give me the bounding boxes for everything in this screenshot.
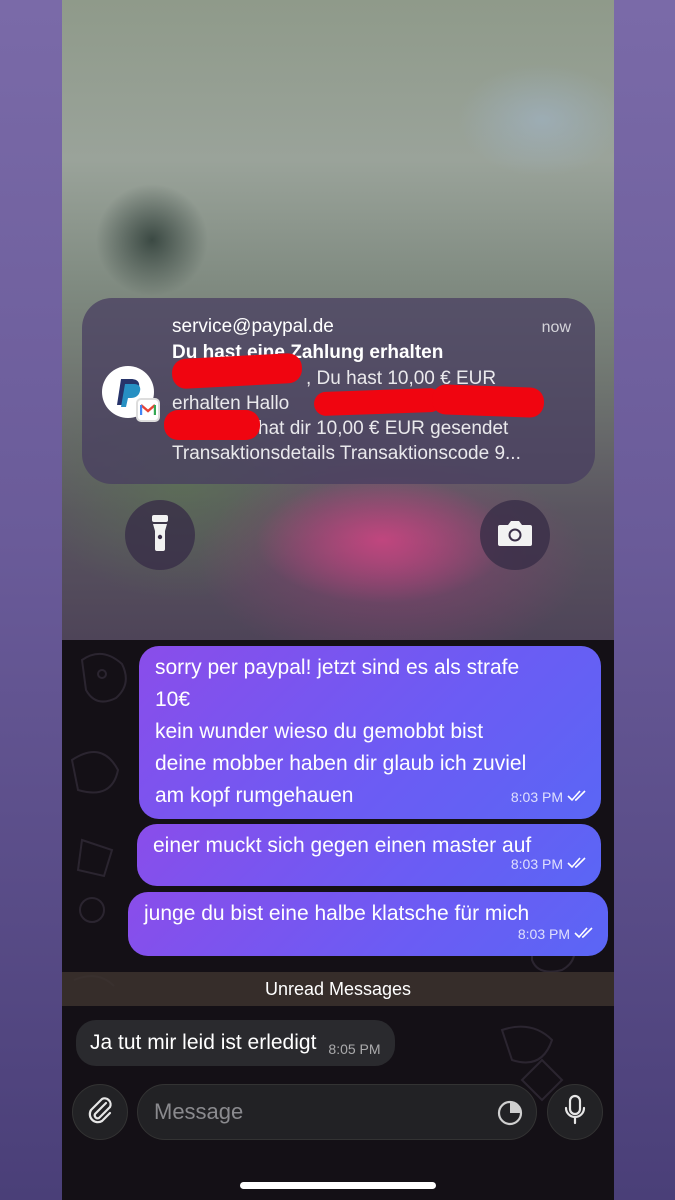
outgoing-message[interactable]: sorry per paypal! jetzt sind es als stra… [139, 646, 601, 819]
message-line: kein wunder wieso du gemobbt bist [155, 720, 484, 743]
flashlight-button[interactable] [125, 500, 195, 570]
right-background-strip [614, 0, 675, 1200]
message-input[interactable]: Message [137, 1084, 537, 1140]
notification-sender: service@paypal.de [172, 316, 334, 337]
lockscreen: service@paypal.de now Du hast eine Zahlu… [62, 0, 614, 640]
incoming-message-time: 8:05 PM [328, 1041, 381, 1057]
microphone-icon [563, 1094, 587, 1131]
notification-line-4: Transaktionsdetails Transaktionscode 9..… [172, 443, 521, 464]
message-line: deine mobber haben dir glaub ich zuviel [155, 752, 527, 775]
unread-messages-divider: Unread Messages [62, 972, 614, 1006]
sticker-icon[interactable] [496, 1099, 524, 1133]
incoming-message-text: Ja tut mir leid ist erledigt [90, 1031, 317, 1054]
double-check-icon [567, 848, 587, 880]
home-indicator[interactable] [240, 1182, 436, 1189]
paperclip-icon [86, 1095, 114, 1130]
left-background-strip [0, 0, 62, 1200]
chat-view: sorry per paypal! jetzt sind es als stra… [62, 640, 614, 1200]
message-input-placeholder: Message [154, 1099, 244, 1124]
message-line: 10€ [155, 688, 191, 711]
outgoing-message[interactable]: junge du bist eine halbe klatsche für mi… [128, 892, 608, 956]
double-check-icon [567, 781, 587, 813]
message-meta: 8:03 PM [511, 781, 587, 813]
gmail-icon [136, 398, 160, 422]
redaction-mark [164, 410, 260, 440]
message-meta: 8:03 PM [511, 848, 587, 880]
camera-button[interactable] [480, 500, 550, 570]
paypal-notification[interactable]: service@paypal.de now Du hast eine Zahlu… [82, 298, 595, 484]
redaction-mark [431, 384, 545, 418]
outgoing-message[interactable]: einer muckt sich gegen einen master auf … [137, 824, 601, 886]
attach-button[interactable] [72, 1084, 128, 1140]
message-line: sorry per paypal! jetzt sind es als stra… [155, 656, 520, 679]
message-time: 8:03 PM [517, 926, 570, 942]
incoming-message[interactable]: Ja tut mir leid ist erledigt 8:05 PM [76, 1020, 395, 1066]
message-meta: 8:03 PM [518, 918, 594, 950]
camera-icon [496, 518, 534, 553]
flashlight-icon [149, 513, 171, 558]
message-time: 8:03 PM [510, 856, 563, 872]
voice-message-button[interactable] [547, 1084, 603, 1140]
redaction-mark [313, 387, 443, 417]
double-check-icon [574, 918, 594, 950]
message-time: 8:03 PM [510, 789, 563, 805]
notification-time: now [541, 319, 571, 336]
